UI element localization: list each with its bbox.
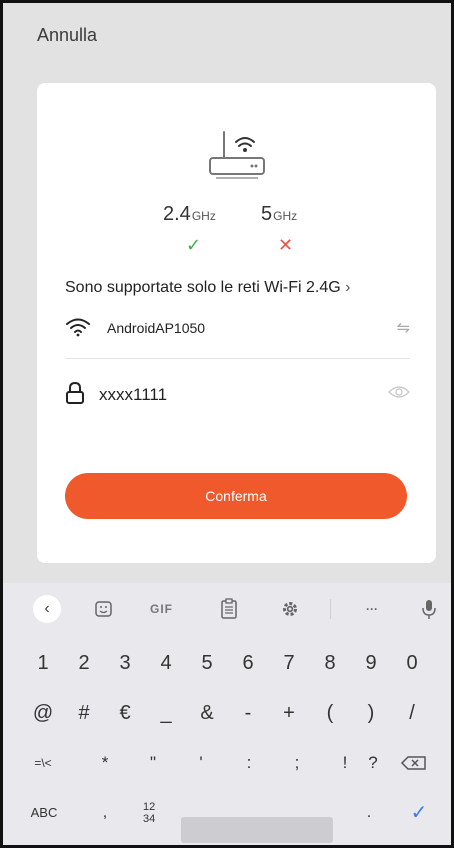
key-colon[interactable]: : [229, 739, 269, 787]
notice-text: Sono supportate solo le reti Wi-Fi 2.4G [65, 279, 341, 296]
chevron-right-icon: › [345, 279, 351, 296]
confirm-button[interactable]: Conferma [65, 473, 407, 519]
key-hash[interactable]: # [64, 689, 104, 737]
gear-icon[interactable] [280, 595, 300, 623]
chevron-left-icon[interactable]: ‹ [33, 595, 61, 623]
key-0[interactable]: 0 [392, 639, 432, 687]
keyboard-row-symbols: @ # € _ & - + ( ) / [3, 689, 451, 737]
key-7[interactable]: 7 [269, 639, 309, 687]
lock-icon [66, 382, 84, 404]
numeric-layout-key[interactable]: 12 34 [129, 789, 169, 837]
check-icon[interactable]: ✓ [399, 789, 439, 837]
key-asterisk[interactable]: * [85, 739, 125, 787]
key-semicolon[interactable]: ; [277, 739, 317, 787]
switch-network-icon[interactable]: ⇋ [397, 318, 410, 338]
supported-check-icon: ✓ [186, 235, 202, 255]
sticker-icon[interactable] [93, 595, 115, 623]
key-more-symbols[interactable]: =\< [23, 739, 63, 787]
band-5-value: 5 [261, 203, 273, 225]
unsupported-cross-icon: ✕ [278, 235, 294, 255]
band-5-label: 5GHz [261, 203, 297, 226]
key-3[interactable]: 3 [105, 639, 145, 687]
clipboard-icon[interactable] [220, 595, 238, 623]
key-double-quote[interactable]: " [133, 739, 173, 787]
key-minus[interactable]: - [228, 689, 268, 737]
key-6[interactable]: 6 [228, 639, 268, 687]
key-comma[interactable]: , [85, 789, 125, 837]
password-field[interactable]: xxxx1111 [65, 379, 410, 413]
more-icon[interactable]: ··· [360, 595, 384, 623]
key-2[interactable]: 2 [64, 639, 104, 687]
keyboard-row-bottom: ABC , 12 34 . ✓ [3, 789, 451, 843]
key-slash[interactable]: / [392, 689, 432, 737]
wifi-icon [66, 318, 90, 337]
key-8[interactable]: 8 [310, 639, 350, 687]
keyboard-row-punctuation: =\< * " ' : ; ! ? [3, 739, 451, 787]
key-period[interactable]: . [349, 789, 389, 837]
keyboard-row-numbers: 1 2 3 4 5 6 7 8 9 0 [3, 639, 451, 687]
wifi-24-notice[interactable]: Sono supportate solo le reti Wi-Fi 2.4G … [65, 279, 350, 297]
wifi-ssid: AndroidAP1050 [107, 320, 206, 336]
key-4[interactable]: 4 [146, 639, 186, 687]
key-ampersand[interactable]: & [187, 689, 227, 737]
microphone-icon[interactable] [421, 595, 437, 623]
fraction-top: 12 [143, 801, 156, 813]
keyboard: ‹ GIF ··· 1 2 3 4 5 6 7 8 9 0 @ # € _ & … [3, 583, 451, 845]
key-9[interactable]: 9 [351, 639, 391, 687]
key-open-paren[interactable]: ( [310, 689, 350, 737]
cancel-button[interactable]: Annulla [37, 25, 97, 46]
wifi-setup-card: 2.4GHz 5GHz ✓ ✕ Sono supportate solo le … [37, 83, 436, 563]
frequency-row: 2.4GHz 5GHz [37, 203, 436, 233]
key-apostrophe[interactable]: ' [181, 739, 221, 787]
key-5[interactable]: 5 [187, 639, 227, 687]
screen: Annulla 2.4GHz 5GHz ✓ ✕ Sono supportate … [0, 0, 454, 848]
band-5-unit: GHz [273, 209, 298, 223]
backspace-icon[interactable] [399, 739, 429, 787]
password-value[interactable]: xxxx1111 [99, 385, 167, 405]
key-close-paren[interactable]: ) [351, 689, 391, 737]
router-icon [209, 131, 265, 179]
key-at[interactable]: @ [23, 689, 63, 737]
key-question[interactable]: ? [353, 739, 393, 787]
fraction-bottom: 34 [143, 813, 156, 825]
key-underscore[interactable]: _ [146, 689, 186, 737]
key-1[interactable]: 1 [23, 639, 63, 687]
key-euro[interactable]: € [105, 689, 145, 737]
abc-key[interactable]: ABC [19, 789, 69, 837]
key-plus[interactable]: + [269, 689, 309, 737]
eye-icon[interactable] [388, 384, 410, 400]
toolbar-divider [330, 599, 331, 619]
band-24-label: 2.4GHz [163, 203, 216, 226]
gif-button[interactable]: GIF [150, 595, 173, 623]
keyboard-toolbar: ‹ GIF ··· [3, 583, 451, 635]
band-24-unit: GHz [191, 209, 216, 223]
divider [65, 358, 410, 359]
wifi-network-row[interactable]: AndroidAP1050 ⇋ [65, 311, 410, 345]
space-bar[interactable] [181, 817, 333, 843]
band-24-value: 2.4 [163, 203, 191, 225]
